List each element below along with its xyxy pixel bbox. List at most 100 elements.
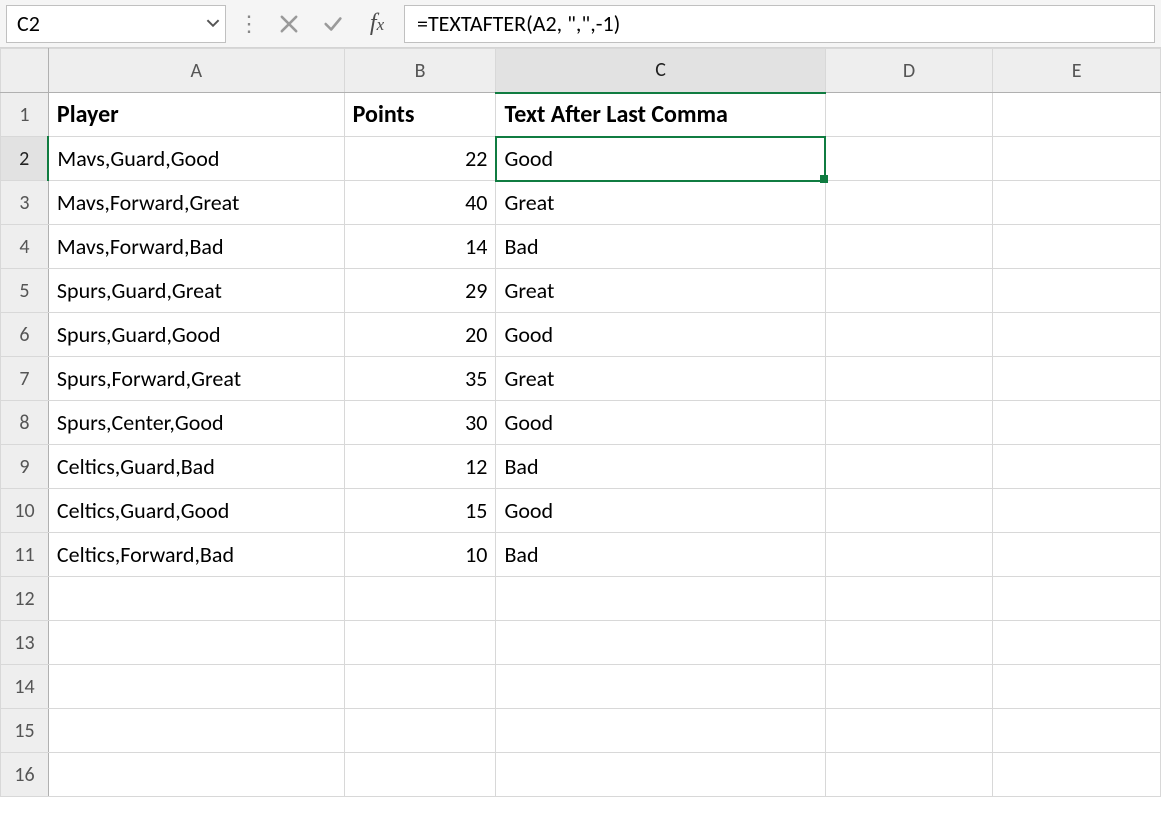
cell-B1[interactable]: Points — [344, 93, 496, 137]
row-header-10[interactable]: 10 — [1, 489, 49, 533]
cell-B10[interactable]: 15 — [344, 489, 496, 533]
cell-C5[interactable]: Great — [496, 269, 825, 313]
cell-B13[interactable] — [344, 621, 496, 665]
cell-D5[interactable] — [825, 269, 993, 313]
cell-D1[interactable] — [825, 93, 993, 137]
cell-B14[interactable] — [344, 665, 496, 709]
cell-B16[interactable] — [344, 753, 496, 797]
row-header-9[interactable]: 9 — [1, 445, 49, 489]
row-header-4[interactable]: 4 — [1, 225, 49, 269]
cancel-button[interactable] — [272, 7, 306, 41]
cell-A11[interactable]: Celtics,Forward,Bad — [48, 533, 344, 577]
cell-E16[interactable] — [993, 753, 1161, 797]
cell-D6[interactable] — [825, 313, 993, 357]
row-header-1[interactable]: 1 — [1, 93, 49, 137]
cell-E13[interactable] — [993, 621, 1161, 665]
cell-D2[interactable] — [825, 137, 993, 181]
cell-A2[interactable]: Mavs,Guard,Good — [48, 137, 344, 181]
row-header-6[interactable]: 6 — [1, 313, 49, 357]
cell-E2[interactable] — [993, 137, 1161, 181]
cell-D11[interactable] — [825, 533, 993, 577]
cell-E4[interactable] — [993, 225, 1161, 269]
cell-C11[interactable]: Bad — [496, 533, 825, 577]
cell-D9[interactable] — [825, 445, 993, 489]
row-header-13[interactable]: 13 — [1, 621, 49, 665]
cell-E14[interactable] — [993, 665, 1161, 709]
select-all-corner[interactable] — [1, 49, 49, 93]
cell-E9[interactable] — [993, 445, 1161, 489]
row-header-2[interactable]: 2 — [1, 137, 49, 181]
cell-A7[interactable]: Spurs,Forward,Great — [48, 357, 344, 401]
cell-B9[interactable]: 12 — [344, 445, 496, 489]
enter-button[interactable] — [316, 7, 350, 41]
column-header-C[interactable]: C — [496, 49, 825, 93]
cell-B12[interactable] — [344, 577, 496, 621]
cell-C15[interactable] — [496, 709, 825, 753]
row-header-7[interactable]: 7 — [1, 357, 49, 401]
row-header-11[interactable]: 11 — [1, 533, 49, 577]
cell-E8[interactable] — [993, 401, 1161, 445]
cell-E1[interactable] — [993, 93, 1161, 137]
row-header-8[interactable]: 8 — [1, 401, 49, 445]
cell-A1[interactable]: Player — [48, 93, 344, 137]
cell-E6[interactable] — [993, 313, 1161, 357]
cell-C9[interactable]: Bad — [496, 445, 825, 489]
spreadsheet-grid[interactable]: A B C D E 1 Player Points Text After Las… — [0, 48, 1161, 797]
cell-B5[interactable]: 29 — [344, 269, 496, 313]
cell-A5[interactable]: Spurs,Guard,Great — [48, 269, 344, 313]
cell-A16[interactable] — [48, 753, 344, 797]
cell-C13[interactable] — [496, 621, 825, 665]
column-header-E[interactable]: E — [993, 49, 1161, 93]
cell-C12[interactable] — [496, 577, 825, 621]
cell-D15[interactable] — [825, 709, 993, 753]
cell-D12[interactable] — [825, 577, 993, 621]
cell-D7[interactable] — [825, 357, 993, 401]
cell-E11[interactable] — [993, 533, 1161, 577]
cell-A4[interactable]: Mavs,Forward,Bad — [48, 225, 344, 269]
cell-C7[interactable]: Great — [496, 357, 825, 401]
cell-B4[interactable]: 14 — [344, 225, 496, 269]
cell-E5[interactable] — [993, 269, 1161, 313]
cell-D4[interactable] — [825, 225, 993, 269]
insert-function-button[interactable]: fx — [360, 7, 394, 41]
cell-B6[interactable]: 20 — [344, 313, 496, 357]
cell-A14[interactable] — [48, 665, 344, 709]
row-header-5[interactable]: 5 — [1, 269, 49, 313]
cell-A8[interactable]: Spurs,Center,Good — [48, 401, 344, 445]
cell-C6[interactable]: Good — [496, 313, 825, 357]
cell-B11[interactable]: 10 — [344, 533, 496, 577]
cell-D3[interactable] — [825, 181, 993, 225]
cell-A6[interactable]: Spurs,Guard,Good — [48, 313, 344, 357]
cell-C16[interactable] — [496, 753, 825, 797]
row-header-16[interactable]: 16 — [1, 753, 49, 797]
cell-E15[interactable] — [993, 709, 1161, 753]
cell-A15[interactable] — [48, 709, 344, 753]
cell-C4[interactable]: Bad — [496, 225, 825, 269]
cell-D8[interactable] — [825, 401, 993, 445]
cell-D16[interactable] — [825, 753, 993, 797]
column-header-A[interactable]: A — [48, 49, 344, 93]
name-box[interactable]: C2 — [6, 5, 226, 43]
cell-A13[interactable] — [48, 621, 344, 665]
cell-A12[interactable] — [48, 577, 344, 621]
cell-B8[interactable]: 30 — [344, 401, 496, 445]
row-header-14[interactable]: 14 — [1, 665, 49, 709]
cell-B3[interactable]: 40 — [344, 181, 496, 225]
cell-B2[interactable]: 22 — [344, 137, 496, 181]
cell-C10[interactable]: Good — [496, 489, 825, 533]
cell-C8[interactable]: Good — [496, 401, 825, 445]
row-header-15[interactable]: 15 — [1, 709, 49, 753]
cell-C14[interactable] — [496, 665, 825, 709]
cell-D13[interactable] — [825, 621, 993, 665]
cell-E12[interactable] — [993, 577, 1161, 621]
column-header-D[interactable]: D — [825, 49, 993, 93]
cell-C2[interactable]: Good — [496, 137, 825, 181]
formula-input[interactable]: =TEXTAFTER(A2, ",",-1) — [404, 5, 1155, 43]
cell-C3[interactable]: Great — [496, 181, 825, 225]
cell-C1[interactable]: Text After Last Comma — [496, 93, 825, 137]
cell-A3[interactable]: Mavs,Forward,Great — [48, 181, 344, 225]
row-header-3[interactable]: 3 — [1, 181, 49, 225]
cell-D10[interactable] — [825, 489, 993, 533]
column-header-B[interactable]: B — [344, 49, 496, 93]
cell-A9[interactable]: Celtics,Guard,Bad — [48, 445, 344, 489]
